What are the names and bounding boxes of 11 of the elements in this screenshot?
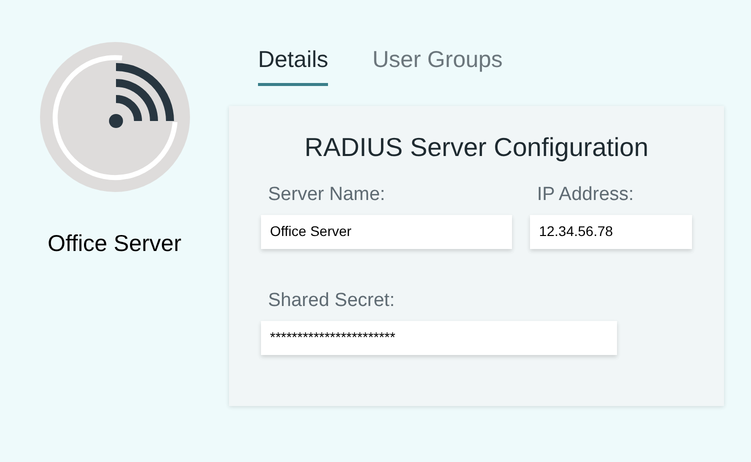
tab[interactable]: Details [258, 42, 328, 86]
field-label: Shared Secret: [268, 288, 396, 312]
field-label: IP Address: [536, 182, 635, 206]
field-label: Server Name: [268, 182, 386, 206]
input-field[interactable]: 12.34.56.78 [530, 214, 692, 248]
input-field[interactable]: Office Server [261, 214, 512, 248]
wifi-icon [40, 42, 190, 192]
input-field[interactable]: *********************** [261, 320, 617, 354]
tab[interactable]: User Groups [372, 42, 503, 86]
server-name: Office Server [48, 229, 182, 258]
card-title: RADIUS Server Configuration [304, 130, 650, 164]
